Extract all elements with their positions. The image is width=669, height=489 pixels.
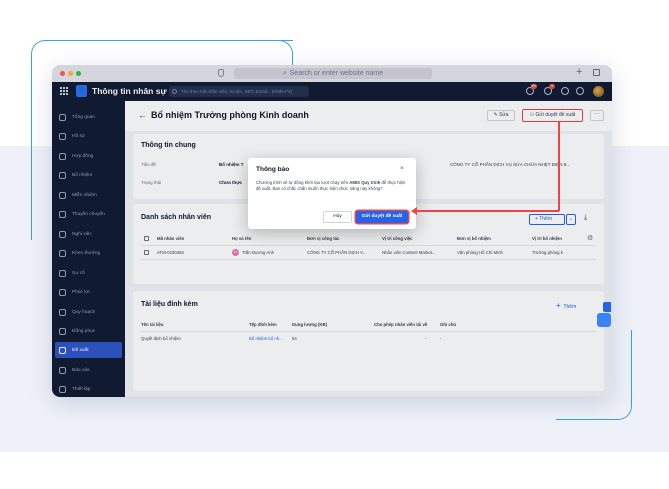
confirm-submit-button[interactable]: Gửi duyệt đề xuất: [356, 211, 408, 223]
confirm-dialog: Thông báo × Chương trình sẽ tự động khởi…: [248, 158, 416, 229]
cancel-button[interactable]: Hủy: [323, 211, 352, 223]
arrow-head-icon: [411, 207, 417, 215]
highlight-connector: [558, 121, 560, 211]
chat-widget-button[interactable]: [597, 313, 611, 327]
dialog-message-highlight: AMIS Quy trình: [349, 180, 381, 185]
side-toggle-button[interactable]: [603, 302, 611, 312]
highlight-connector: [416, 210, 559, 212]
dialog-message: Chương trình sẽ tự động khởi tạo lượt ch…: [256, 180, 408, 192]
dialog-title: Thông báo: [256, 166, 290, 173]
browser-window: ⌕ Search or enter website name + 👤 Thông…: [52, 65, 612, 397]
dialog-message-text: Chương trình sẽ tự động khởi tạo lượt ch…: [256, 180, 350, 185]
modal-overlay: [52, 65, 612, 397]
close-icon[interactable]: ×: [400, 165, 404, 172]
